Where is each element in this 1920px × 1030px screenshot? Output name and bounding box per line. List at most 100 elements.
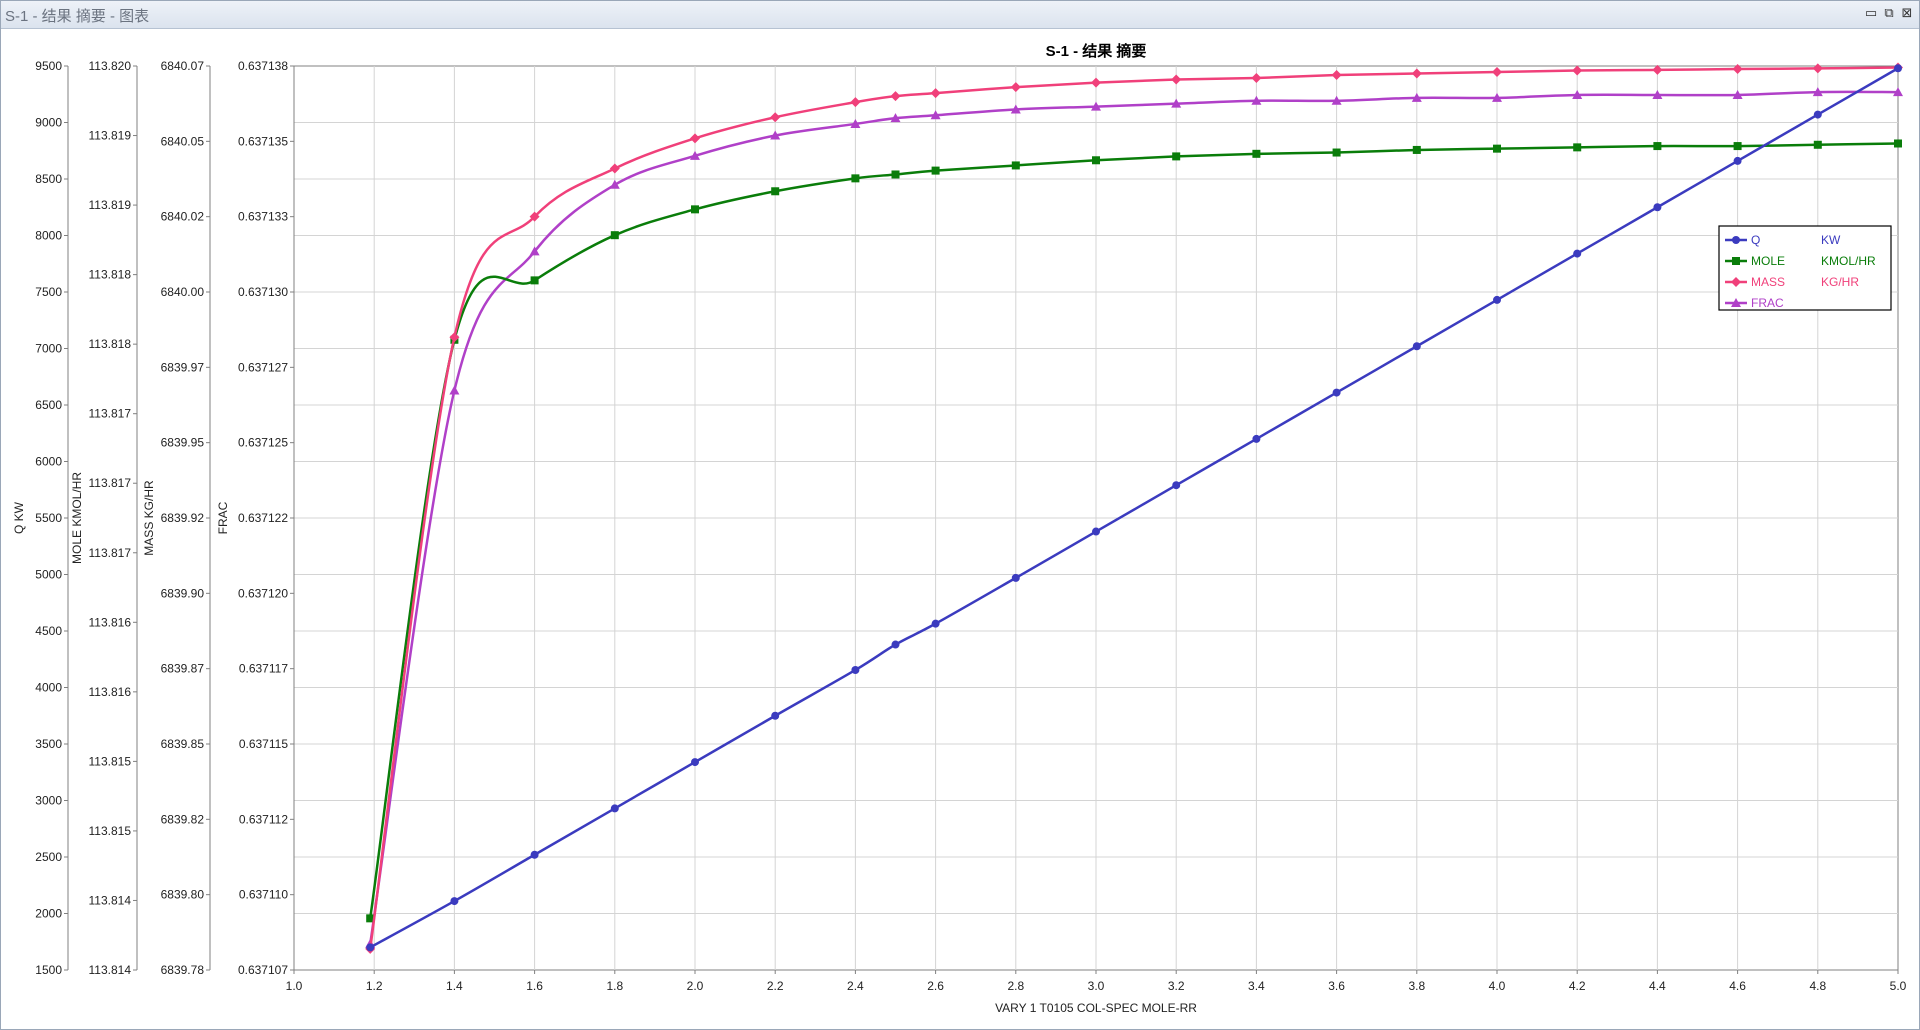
mole-data-point	[1011, 161, 1020, 170]
mole-axis-tick-label: 113.814	[89, 963, 132, 977]
q-data-point	[851, 665, 860, 674]
q-axis-label: Q KW	[12, 501, 26, 534]
q-data-point	[1172, 481, 1181, 490]
q-data-point	[1733, 156, 1742, 165]
mass-axis-tick-label: 6839.87	[161, 662, 205, 676]
x-tick-label: 3.4	[1248, 979, 1265, 993]
q-axis-tick-label: 1500	[35, 963, 62, 977]
q-axis-tick-label: 2000	[35, 907, 62, 921]
mole-data-point	[1813, 140, 1822, 149]
x-tick-label: 4.8	[1809, 979, 1826, 993]
chart-title: S-1 - 结果 摘要	[1046, 42, 1147, 60]
frac-axis-tick-label: 0.637115	[239, 737, 288, 751]
mole-data-point	[1894, 139, 1902, 148]
mole-axis-tick-label: 113.818	[89, 337, 132, 351]
mole-axis-tick-label: 113.817	[89, 476, 132, 490]
x-tick-label: 3.0	[1088, 979, 1105, 993]
q-data-point	[1573, 249, 1582, 258]
x-tick-label: 4.6	[1729, 979, 1746, 993]
x-tick-label: 2.8	[1007, 979, 1024, 993]
x-tick-label: 2.0	[687, 979, 704, 993]
mass-axis-tick-label: 6840.02	[161, 210, 205, 224]
q-data-point	[1653, 203, 1662, 212]
legend-swatch-marker	[1732, 257, 1740, 265]
x-tick-label: 3.6	[1328, 979, 1345, 993]
q-data-point	[530, 850, 539, 859]
mole-data-point	[1092, 156, 1100, 165]
mass-axis-tick-label: 6839.80	[161, 888, 205, 902]
mole-data-point	[931, 166, 940, 175]
q-axis-tick-label: 5500	[35, 511, 62, 525]
frac-axis-tick-label: 0.637107	[238, 963, 288, 977]
legend-entry-name: FRAC	[1751, 296, 1784, 310]
frac-axis-tick-label: 0.637135	[238, 134, 288, 148]
q-data-point	[1332, 388, 1341, 397]
frac-axis-tick-label: 0.637112	[239, 812, 288, 826]
legend-entry-name: Q	[1751, 233, 1760, 247]
q-data-point	[891, 640, 900, 649]
mole-axis-tick-label: 113.814	[89, 893, 132, 907]
mass-axis-label: MASS KG/HR	[142, 480, 156, 556]
legend-entry-name: MASS	[1751, 275, 1785, 289]
x-tick-label: 4.0	[1489, 979, 1506, 993]
q-axis-tick-label: 3000	[35, 794, 62, 808]
legend-entry-unit: KMOL/HR	[1821, 254, 1876, 268]
mole-axis-tick-label: 113.819	[89, 129, 132, 143]
mole-data-point	[1733, 142, 1742, 151]
mass-axis-tick-label: 6840.07	[161, 59, 205, 73]
x-tick-label: 2.6	[927, 979, 944, 993]
x-tick-label: 2.2	[767, 979, 784, 993]
q-data-point	[771, 711, 780, 720]
window-title: S-1 - 结果 摘要 - 图表	[5, 8, 150, 25]
mole-axis-tick-label: 113.816	[89, 685, 132, 699]
mole-axis-tick-label: 113.817	[89, 546, 132, 560]
legend-entry-name: MOLE	[1751, 254, 1785, 268]
x-tick-label: 1.0	[286, 979, 303, 993]
frac-axis-tick-label: 0.637138	[238, 59, 288, 73]
close-icon[interactable]: ⊠	[1899, 6, 1915, 22]
frac-axis-tick-label: 0.637122	[238, 511, 288, 525]
q-axis-tick-label: 4000	[35, 681, 62, 695]
chart-window: S-1 - 结果 摘要 - 图表 ▭ ⧉ ⊠ 1.0 1.2 1.4 1.6 1.8 2.…	[0, 0, 1920, 1030]
x-tick-label: 2.4	[847, 979, 864, 993]
q-data-point	[931, 619, 940, 628]
mole-data-point	[1252, 149, 1261, 158]
legend-swatch-marker	[1732, 236, 1740, 244]
q-data-point	[1412, 342, 1421, 351]
mass-axis-tick-label: 6839.97	[161, 360, 205, 374]
mole-axis-tick-label: 113.820	[89, 59, 132, 73]
mole-axis-tick-label: 113.815	[89, 824, 132, 838]
mole-data-point	[1573, 143, 1582, 152]
minimize-icon[interactable]: ▭	[1863, 6, 1879, 22]
q-data-point	[1252, 434, 1261, 443]
q-axis-tick-label: 6500	[35, 398, 62, 412]
x-tick-label: 1.4	[446, 979, 463, 993]
mass-axis-tick-label: 6839.82	[161, 812, 205, 826]
frac-axis-label: FRAC	[216, 501, 230, 534]
mass-axis-tick-label: 6839.85	[161, 737, 205, 751]
mole-axis-tick-label: 113.815	[89, 754, 132, 768]
x-tick-label: 4.4	[1649, 979, 1666, 993]
mole-axis-tick-label: 113.818	[89, 268, 132, 282]
mass-axis-tick-label: 6840.00	[161, 285, 205, 299]
frac-axis-tick-label: 0.637110	[239, 888, 288, 902]
q-axis-tick-label: 5000	[35, 568, 62, 582]
x-axis-label: VARY 1 T0105 COL-SPEC MOLE-RR	[995, 1001, 1197, 1015]
mole-axis-tick-label: 113.816	[89, 615, 132, 629]
mole-data-point	[1493, 144, 1501, 153]
mole-data-point	[891, 170, 900, 179]
legend-box	[1718, 225, 1892, 311]
legend-entry-unit: KG/HR	[1821, 275, 1859, 289]
q-axis-tick-label: 8000	[35, 229, 62, 243]
q-data-point	[450, 897, 459, 906]
frac-axis-tick-label: 0.637125	[238, 436, 288, 450]
mole-data-point	[530, 276, 539, 285]
x-tick-label: 5.0	[1890, 979, 1907, 993]
mole-data-point	[1172, 152, 1181, 161]
restore-icon[interactable]: ⧉	[1881, 6, 1897, 22]
mole-axis-label: MOLE KMOL/HR	[70, 472, 84, 564]
q-data-point	[691, 758, 699, 767]
mass-axis-tick-label: 6840.05	[161, 134, 205, 148]
x-tick-label: 1.6	[526, 979, 543, 993]
q-data-point	[1894, 64, 1902, 73]
